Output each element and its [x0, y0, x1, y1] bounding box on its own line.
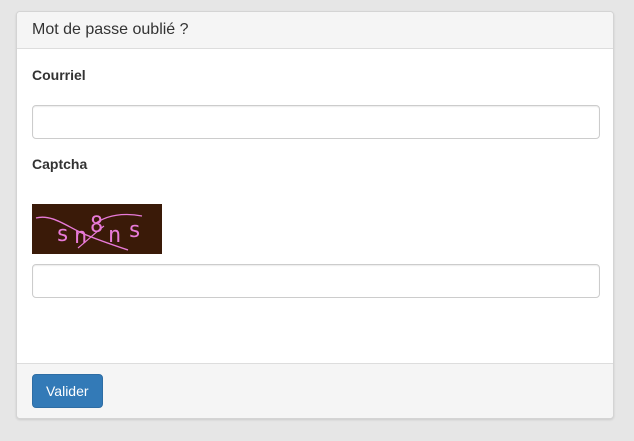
submit-button[interactable]: Valider: [32, 374, 103, 408]
captcha-image: s n 8 n s: [32, 204, 162, 254]
svg-text:8: 8: [90, 213, 103, 238]
panel-body: Courriel Captcha s n 8 n s: [17, 49, 613, 365]
email-field[interactable]: [32, 105, 600, 139]
captcha-field[interactable]: [32, 264, 600, 298]
svg-text:n: n: [74, 224, 87, 249]
svg-text:n: n: [108, 223, 121, 248]
panel-footer: Valider: [17, 363, 613, 418]
svg-text:s: s: [56, 222, 69, 247]
svg-text:s: s: [128, 218, 141, 243]
captcha-label: Captcha: [32, 156, 88, 172]
email-label: Courriel: [32, 67, 86, 83]
panel-heading: Mot de passe oublié ?: [17, 12, 613, 49]
forgot-password-panel: Mot de passe oublié ? Courriel Captcha s…: [16, 11, 614, 419]
panel-title: Mot de passe oublié ?: [32, 21, 189, 38]
